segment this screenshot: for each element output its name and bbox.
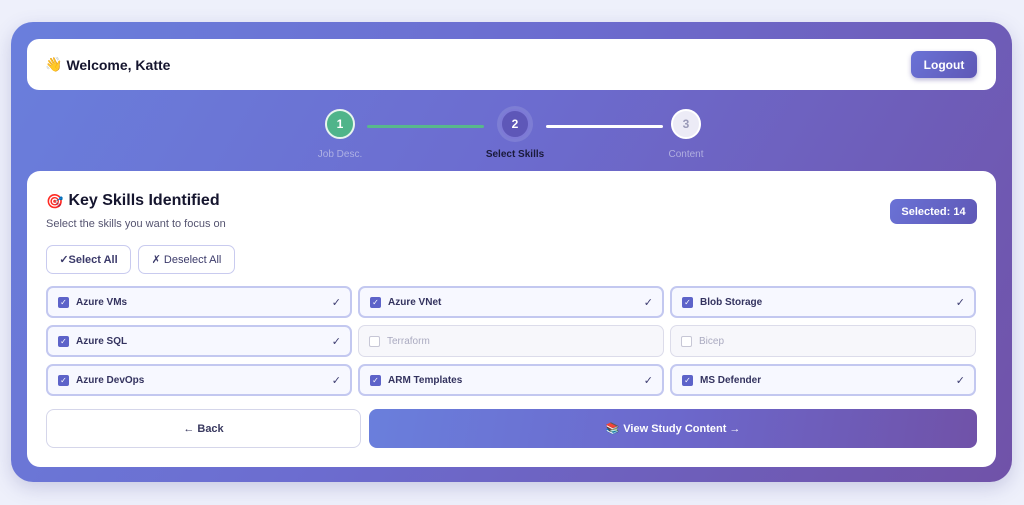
skill-label: Azure VMs [76,296,128,308]
skill-label: ARM Templates [388,374,463,386]
books-icon: 📚 [605,423,620,435]
skill-option-azure-devops[interactable]: ✓ Azure DevOps ✓ [46,364,352,396]
header-bar: 👋 Welcome, Katte Logout [27,39,996,90]
check-icon: ✓ [643,296,653,309]
skill-option-azure-vms[interactable]: ✓ Azure VMs ✓ [46,286,352,318]
skill-option-ms-defender[interactable]: ✓ MS Defender ✓ [670,364,976,396]
check-icon: ✓ [955,374,965,387]
skill-label: Terraform [387,335,430,347]
check-icon: ✓ [331,374,341,387]
welcome-message: 👋 Welcome, Katte [45,56,170,73]
skill-label: Blob Storage [700,296,763,308]
skill-label: Azure SQL [76,335,128,347]
skill-checkbox[interactable]: ✓ [58,374,69,386]
skill-option-terraform[interactable]: ✓ Terraform ✓ [358,325,664,357]
skill-label: MS Defender [700,374,762,386]
skill-checkbox[interactable]: ✓ [681,335,692,347]
skill-option-bicep[interactable]: ✓ Bicep ✓ [670,325,976,357]
skill-checkbox[interactable]: ✓ [369,335,380,347]
back-button[interactable]: ← Back [46,409,361,448]
target-icon: 🎯 [46,192,64,209]
selected-count-badge: Selected: 14 [890,199,977,224]
skill-checkbox[interactable]: ✓ [58,296,69,308]
skill-checkbox[interactable]: ✓ [370,374,381,386]
skill-option-blob-storage[interactable]: ✓ Blob Storage ✓ [670,286,976,318]
skill-label: Azure VNet [388,296,442,308]
deselect-all-button[interactable]: ✗ Deselect All [138,245,235,274]
view-study-content-label: View Study Content → [623,422,741,435]
skill-option-azure-sql[interactable]: ✓ Azure SQL ✓ [46,325,352,357]
skill-label: Azure DevOps [76,374,145,386]
card-title-text: Key Skills Identified [68,192,220,209]
skill-option-arm-templates[interactable]: ✓ ARM Templates ✓ [358,364,664,396]
view-study-content-button[interactable]: 📚 View Study Content → [369,409,977,448]
skill-checkbox[interactable]: ✓ [58,335,69,347]
skill-option-azure-vnet[interactable]: ✓ Azure VNet ✓ [358,286,664,318]
skill-label: Bicep [699,335,725,347]
skills-card: 🎯 Key Skills Identified Select the skill… [27,171,996,467]
check-icon: ✓ [331,296,341,309]
check-icon: ✓ [955,296,965,309]
skill-checkbox[interactable]: ✓ [370,296,381,308]
wave-icon: 👋 [45,56,63,72]
select-all-button[interactable]: ✓Select All [46,245,131,274]
welcome-text: Welcome, Katte [66,56,171,73]
card-subtitle: Select the skills you want to focus on [46,218,226,230]
skill-checkbox[interactable]: ✓ [682,296,693,308]
check-icon: ✓ [643,374,653,387]
logout-button[interactable]: Logout [911,51,977,78]
card-title: 🎯 Key Skills Identified [46,192,220,210]
check-icon: ✓ [331,335,341,348]
skill-checkbox[interactable]: ✓ [682,374,693,386]
